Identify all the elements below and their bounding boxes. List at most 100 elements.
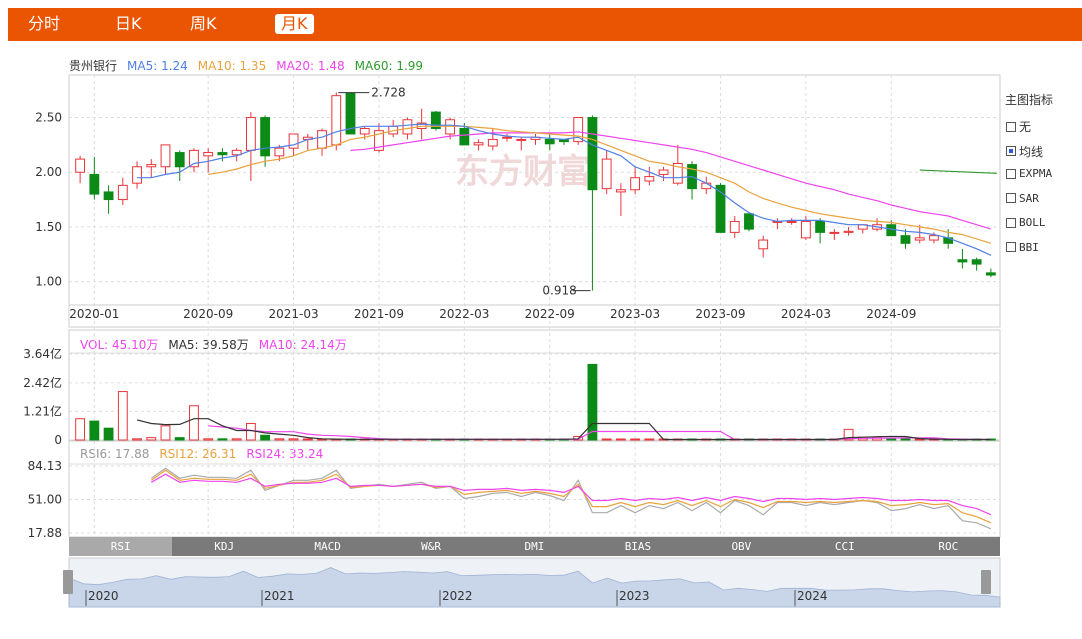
candle-body: [502, 136, 512, 139]
candle-body: [245, 117, 256, 151]
ma60-line: [919, 169, 997, 174]
indicator-option-label: 无: [1019, 120, 1032, 134]
volume-bar: [687, 438, 697, 441]
tab-1[interactable]: 日K: [115, 14, 142, 34]
candle-body: [146, 164, 157, 168]
tab-0[interactable]: 分时: [28, 14, 60, 34]
candle-body: [957, 259, 968, 263]
volume-bar: [359, 438, 370, 441]
candle-body: [473, 142, 484, 146]
indicator-option-0[interactable]: 无: [1006, 118, 1031, 135]
volume-bar: [886, 438, 897, 441]
candle-body: [914, 237, 925, 241]
checkbox-icon[interactable]: [1006, 193, 1016, 203]
tab-2[interactable]: 周K: [190, 14, 217, 34]
volume-bar: [544, 438, 555, 441]
volume-bar: [872, 437, 882, 441]
ma10-line: [208, 125, 992, 244]
candle-body: [829, 231, 840, 234]
rsi-legend: RSI6: 17.88 RSI12: 26.31 RSI24: 33.24: [80, 447, 333, 461]
volume-bar: [929, 438, 939, 441]
main-chart-legend: 贵州银行 MA5: 1.24 MA10: 1.35 MA20: 1.48 MA60: 1…: [69, 57, 443, 74]
tab-3[interactable]: 月K: [275, 14, 314, 34]
xtick-label: 2024-09: [866, 307, 916, 321]
volume-bar: [800, 438, 811, 441]
main-ytick-label: 2.50: [35, 111, 62, 125]
checkbox-icon[interactable]: [1006, 121, 1016, 132]
candle-body: [317, 130, 327, 149]
volume-bar: [302, 438, 313, 441]
ma-legend-item-2: MA20: 1.48: [276, 59, 345, 73]
indicator-tab-kdj[interactable]: KDJ: [172, 537, 276, 556]
main-panel-frame: [68, 74, 1001, 328]
candle-body: [971, 259, 982, 265]
candle-body: [217, 152, 228, 156]
volume-bar: [985, 438, 996, 441]
period-tab-bar: 分时 日K 周K 月K: [8, 8, 1082, 41]
ma-legend-item-0: MA5: 1.24: [127, 59, 188, 73]
candle-body: [800, 220, 811, 239]
candle-body: [274, 147, 285, 157]
volume-bar: [288, 438, 299, 441]
volume-bar: [160, 425, 171, 441]
xtick-label: 2020-09: [183, 307, 233, 321]
indicator-tab-wr[interactable]: W&R: [379, 537, 483, 556]
checkbox-icon[interactable]: [1006, 168, 1016, 179]
indicator-option-5[interactable]: BBI: [1006, 241, 1039, 254]
candle-body: [786, 220, 797, 223]
rsi-legend-item-0: RSI6: 17.88: [80, 447, 150, 461]
navigator-year-label: 2024: [797, 589, 828, 603]
rsi-legend-item-2: RSI24: 33.24: [246, 447, 324, 461]
candle-body: [630, 177, 641, 191]
volume-bar: [601, 438, 612, 441]
candle-body: [872, 224, 882, 230]
checkbox-icon[interactable]: [1006, 217, 1016, 228]
candle-body: [559, 138, 569, 143]
candle-body: [132, 166, 142, 184]
candle-body: [744, 213, 754, 230]
volume-bar: [615, 438, 626, 441]
xtick-label: 2023-03: [610, 307, 660, 321]
candle-body: [516, 138, 527, 141]
watermark: 东方财富: [455, 152, 591, 192]
volume-bar: [388, 438, 399, 441]
indicator-option-3[interactable]: SAR: [1006, 192, 1039, 205]
candle-body: [459, 127, 470, 146]
indicator-option-label: SAR: [1019, 191, 1039, 205]
candle-body: [886, 224, 897, 237]
checkbox-icon[interactable]: [1006, 146, 1016, 156]
indicator-option-label: BBI: [1019, 240, 1039, 254]
indicator-tab-macd[interactable]: MACD: [275, 537, 380, 556]
indicator-tab-roc[interactable]: ROC: [896, 537, 1000, 556]
candle-body: [189, 149, 199, 168]
checkbox-icon[interactable]: [1006, 242, 1016, 252]
ma20-line: [350, 131, 992, 230]
indicator-tab-cci[interactable]: CCI: [793, 537, 897, 556]
volume-bar: [189, 405, 199, 441]
indicator-option-1[interactable]: 均线: [1006, 143, 1043, 160]
candle-body: [815, 220, 826, 233]
volume-bar: [103, 427, 114, 441]
candle-body: [758, 239, 769, 250]
indicator-tab-dmi[interactable]: DMI: [482, 537, 587, 556]
volume-bar: [772, 438, 783, 441]
xtick-label: 2022-03: [439, 307, 489, 321]
candle-body: [687, 164, 697, 190]
candle-body: [843, 230, 854, 233]
ma-legend-item-1: MA10: 1.35: [197, 59, 267, 73]
candle-body: [374, 130, 384, 151]
indicator-tab-obv[interactable]: OBV: [689, 537, 794, 556]
indicator-option-2[interactable]: EXPMA: [1006, 167, 1052, 180]
xtick-label: 2021-03: [269, 307, 319, 321]
indicator-tab-rsi[interactable]: RSI: [69, 537, 173, 556]
volume-bar: [502, 438, 512, 441]
volume-bar: [117, 391, 128, 441]
indicator-option-4[interactable]: BOLL: [1006, 216, 1046, 229]
candle-body: [103, 191, 114, 201]
candle-body: [672, 162, 683, 184]
volume-bar: [75, 418, 86, 441]
indicator-option-label: EXPMA: [1019, 167, 1053, 180]
volume-bar: [957, 438, 968, 441]
candle-body: [288, 133, 299, 149]
indicator-tab-bias[interactable]: BIAS: [586, 537, 690, 556]
